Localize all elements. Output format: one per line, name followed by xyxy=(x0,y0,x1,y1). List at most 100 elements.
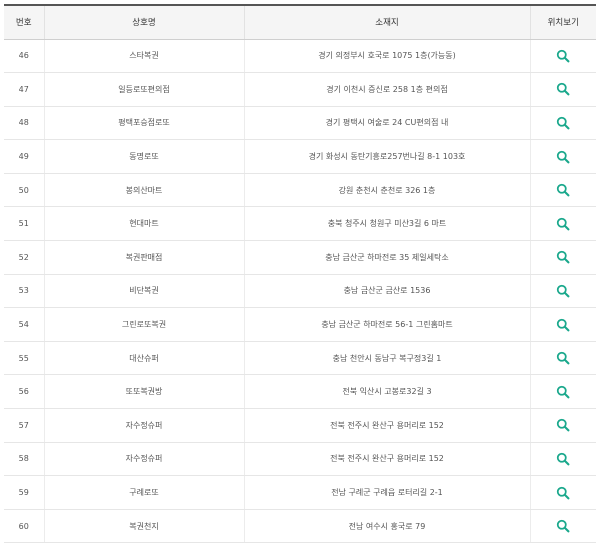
cell-location xyxy=(529,173,596,208)
cell-store-name: 대산슈퍼 xyxy=(43,341,244,376)
table-row: 48 평택포승점로또 경기 평택시 여술로 24 CU편의점 내 xyxy=(4,106,596,141)
cell-store-name: 복권천지 xyxy=(43,509,244,544)
search-icon xyxy=(557,217,570,231)
table-row: 50 봉의산마트 강원 춘천시 춘천로 326 1층 xyxy=(4,173,596,208)
cell-location xyxy=(529,475,596,510)
cell-address: 충북 청주시 청원구 미산3길 6 마트 xyxy=(243,206,530,242)
cell-address: 충남 금산군 하마전로 35 제일세탁소 xyxy=(243,240,530,275)
table-body: 46 스타복권 경기 의정부시 호국로 1075 1층(가능동) 47 일등로또편의점 경… xyxy=(4,39,596,544)
cell-location xyxy=(529,307,596,342)
search-icon xyxy=(557,519,570,533)
cell-number: 60 xyxy=(4,509,44,544)
view-location-button[interactable] xyxy=(554,248,572,266)
cell-address: 전북 전주시 완산구 용머리로 152 xyxy=(243,408,530,443)
cell-store-name: 비단복권 xyxy=(43,274,244,309)
view-location-button[interactable] xyxy=(554,148,572,166)
table-row: 47 일등로또편의점 경기 이천시 증신로 258 1층 편의점 xyxy=(4,72,596,107)
cell-location xyxy=(529,106,596,141)
cell-address: 전남 여수시 홍국로 79 xyxy=(243,509,530,544)
cell-location xyxy=(529,408,596,443)
cell-number: 47 xyxy=(4,72,44,107)
search-icon xyxy=(557,486,570,499)
cell-number: 53 xyxy=(4,274,44,309)
search-icon xyxy=(557,116,570,130)
header-location: 위치보기 xyxy=(529,5,596,40)
cell-store-name: 스타복권 xyxy=(43,39,244,74)
header-address: 소재지 xyxy=(243,5,530,40)
search-icon xyxy=(557,150,570,164)
cell-address: 충남 금산군 하마전로 56-1 그린홈마트 xyxy=(243,307,530,342)
cell-address: 전북 전주시 완산구 용머리로 152 xyxy=(243,442,530,477)
cell-address: 전북 익산시 고봉로32길 3 xyxy=(243,374,530,410)
table-row: 56 또또복권방 전북 익산시 고봉로32길 3 xyxy=(4,374,596,410)
table-row: 58 자수정슈퍼 전북 전주시 완산구 용머리로 152 xyxy=(4,442,596,477)
table-row: 49 동명로또 경기 화성시 동탄기흥로257번나길 8-1 103호 xyxy=(4,139,596,174)
table-header: 번호 상호명 소재지 위치보기 xyxy=(4,5,596,40)
view-location-button[interactable] xyxy=(554,316,572,334)
cell-address: 충남 천안시 동남구 복구정3길 1 xyxy=(243,341,530,376)
cell-store-name: 복권판매점 xyxy=(43,240,244,275)
cell-number: 59 xyxy=(4,475,44,510)
view-location-button[interactable] xyxy=(554,484,572,502)
search-icon xyxy=(557,49,570,63)
cell-location xyxy=(529,206,596,242)
view-location-button[interactable] xyxy=(554,416,572,434)
view-location-button[interactable] xyxy=(554,181,572,199)
cell-address: 충남 금산군 금산로 1536 xyxy=(243,274,530,309)
store-list: 번호 상호명 소재지 위치보기 46 스타복권 경기 의정부시 호국로 1075 1… xyxy=(0,0,600,545)
search-icon xyxy=(557,419,570,432)
cell-number: 56 xyxy=(4,374,44,410)
cell-store-name: 일등로또편의점 xyxy=(43,72,244,107)
view-location-button[interactable] xyxy=(554,114,572,132)
cell-number: 57 xyxy=(4,408,44,443)
table-row: 52 복권판매점 충남 금산군 하마전로 35 제일세탁소 xyxy=(4,240,596,275)
search-icon xyxy=(557,251,570,264)
search-icon xyxy=(557,352,570,365)
view-location-button[interactable] xyxy=(554,80,572,98)
search-icon xyxy=(557,83,570,96)
header-row: 번호 상호명 소재지 위치보기 xyxy=(4,5,596,40)
table-row: 46 스타복권 경기 의정부시 호국로 1075 1층(가능동) xyxy=(4,39,596,74)
cell-address: 전남 구례군 구례읍 로터리길 2-1 xyxy=(243,475,530,510)
cell-store-name: 봉의산마트 xyxy=(43,173,244,208)
search-icon xyxy=(557,284,570,298)
cell-number: 48 xyxy=(4,106,44,141)
view-location-button[interactable] xyxy=(554,282,572,300)
store-table: 번호 상호명 소재지 위치보기 46 스타복권 경기 의정부시 호국로 1075 1… xyxy=(4,4,596,544)
view-location-button[interactable] xyxy=(554,215,572,233)
cell-location xyxy=(529,442,596,477)
view-location-button[interactable] xyxy=(554,47,572,65)
cell-number: 54 xyxy=(4,307,44,342)
cell-location xyxy=(529,509,596,544)
cell-address: 강원 춘천시 춘천로 326 1층 xyxy=(243,173,530,208)
search-icon xyxy=(557,385,570,399)
view-location-button[interactable] xyxy=(554,450,572,468)
table-row: 51 현대마트 충북 청주시 청원구 미산3길 6 마트 xyxy=(4,206,596,242)
cell-store-name: 또또복권방 xyxy=(43,374,244,410)
cell-store-name: 자수정슈퍼 xyxy=(43,408,244,443)
cell-location xyxy=(529,341,596,376)
table-row: 59 구례로또 전남 구례군 구례읍 로터리길 2-1 xyxy=(4,475,596,510)
cell-number: 46 xyxy=(4,39,44,74)
cell-location xyxy=(529,374,596,410)
table-row: 57 자수정슈퍼 전북 전주시 완산구 용머리로 152 xyxy=(4,408,596,443)
cell-number: 51 xyxy=(4,206,44,242)
cell-location xyxy=(529,139,596,174)
view-location-button[interactable] xyxy=(554,383,572,401)
cell-number: 52 xyxy=(4,240,44,275)
cell-number: 50 xyxy=(4,173,44,208)
table-row: 55 대산슈퍼 충남 천안시 동남구 복구정3길 1 xyxy=(4,341,596,376)
header-number: 번호 xyxy=(4,5,44,40)
cell-address: 경기 화성시 동탄기흥로257번나길 8-1 103호 xyxy=(243,139,530,174)
table-row: 53 비단복권 충남 금산군 금산로 1536 xyxy=(4,274,596,309)
cell-address: 경기 이천시 증신로 258 1층 편의점 xyxy=(243,72,530,107)
cell-store-name: 현대마트 xyxy=(43,206,244,242)
cell-store-name: 자수정슈퍼 xyxy=(43,442,244,477)
cell-store-name: 구례로또 xyxy=(43,475,244,510)
view-location-button[interactable] xyxy=(554,349,572,367)
view-location-button[interactable] xyxy=(554,517,572,535)
cell-store-name: 동명로또 xyxy=(43,139,244,174)
cell-store-name: 평택포승점로또 xyxy=(43,106,244,141)
search-icon xyxy=(557,184,570,197)
cell-number: 49 xyxy=(4,139,44,174)
